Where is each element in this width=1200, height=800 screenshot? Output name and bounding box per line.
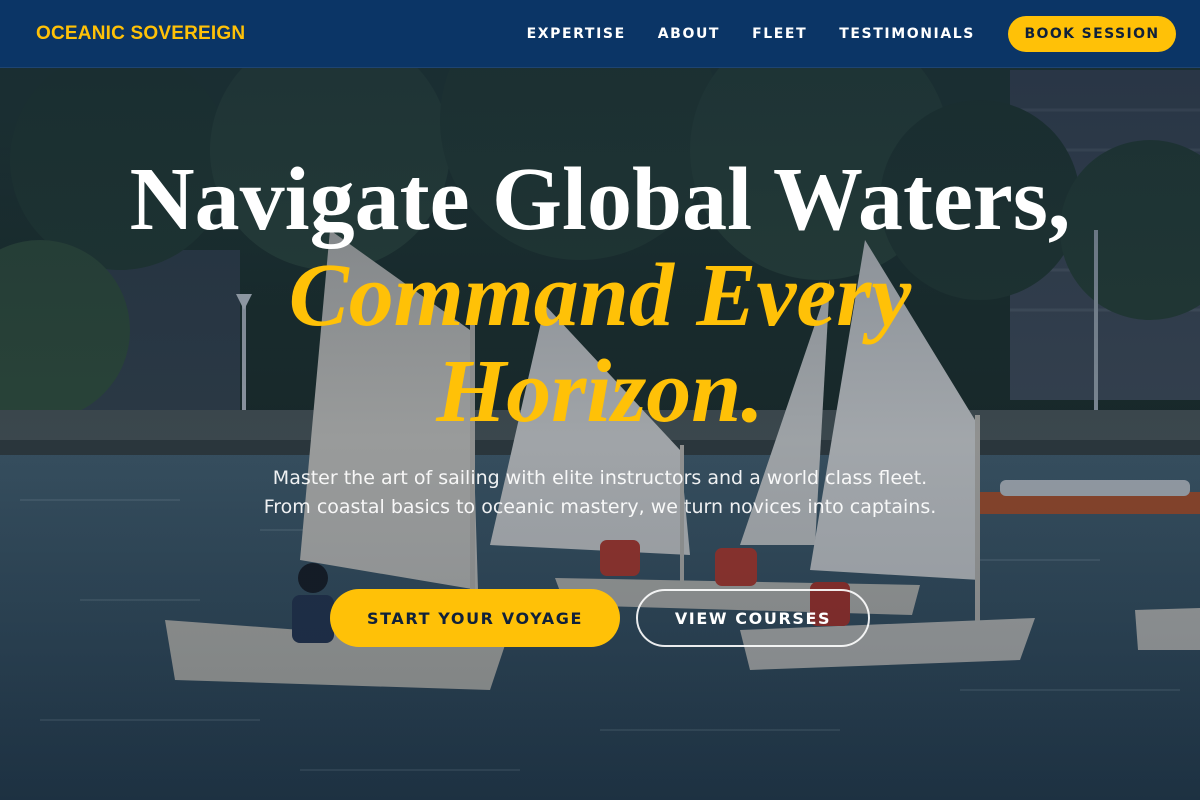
nav-link-about[interactable]: ABOUT — [658, 26, 720, 42]
headline-line-2: Command Every — [288, 246, 912, 345]
book-session-button[interactable]: BOOK SESSION — [1008, 15, 1176, 52]
headline-line-3: Horizon. — [436, 342, 764, 441]
top-navbar: OCEANIC SOVEREIGN EXPERTISE ABOUT FLEET … — [0, 0, 1200, 68]
nav-links: EXPERTISE ABOUT FLEET TESTIMONIALS BOOK … — [495, 15, 1176, 52]
nav-link-testimonials[interactable]: TESTIMONIALS — [839, 26, 975, 42]
brand-logo[interactable]: OCEANIC SOVEREIGN — [36, 23, 245, 45]
hero-section: Navigate Global Waters, Command Every Ho… — [0, 68, 1200, 800]
hero-subtitle: Master the art of sailing with elite ins… — [263, 467, 937, 518]
nav-link-fleet[interactable]: FLEET — [752, 26, 807, 42]
hero-headline: Navigate Global Waters, Command Every Ho… — [0, 152, 1200, 440]
headline-line-1: Navigate Global Waters, — [129, 150, 1071, 249]
view-courses-button[interactable]: VIEW COURSES — [636, 589, 870, 647]
start-your-voyage-button[interactable]: START YOUR VOYAGE — [330, 589, 620, 647]
nav-link-expertise[interactable]: EXPERTISE — [527, 26, 626, 42]
